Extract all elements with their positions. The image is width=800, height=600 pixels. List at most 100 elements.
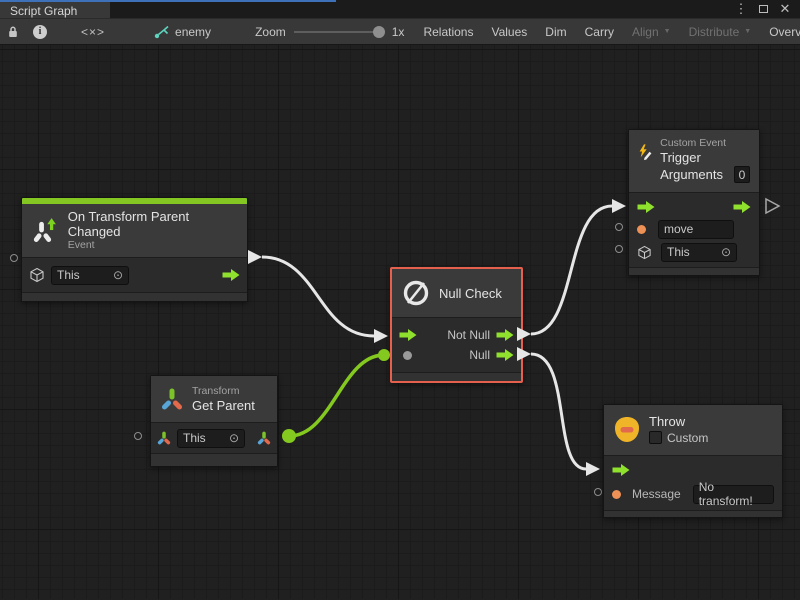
tab-label: Script Graph bbox=[10, 4, 77, 18]
flow-input-port-icon[interactable] bbox=[612, 464, 630, 476]
node-title: On Transform Parent Changed bbox=[68, 209, 238, 239]
target-field[interactable]: This ⊙ bbox=[177, 429, 245, 448]
custom-checkbox[interactable] bbox=[649, 431, 662, 444]
value-port-ring[interactable] bbox=[10, 254, 18, 262]
arguments-count-field[interactable]: 0 bbox=[734, 166, 750, 183]
node-header[interactable]: Transform Get Parent bbox=[151, 376, 277, 422]
connection-arrowhead[interactable] bbox=[586, 462, 600, 476]
flow-output-port-icon[interactable] bbox=[496, 349, 514, 361]
flow-input-port-icon[interactable] bbox=[399, 329, 417, 341]
toolbar-button-align[interactable]: Align ▼ bbox=[623, 19, 680, 44]
lock-button[interactable] bbox=[0, 19, 26, 44]
node-footer bbox=[392, 372, 521, 381]
zoom-label: Zoom bbox=[255, 25, 286, 39]
connection-getparent-to-nullcheck[interactable] bbox=[289, 355, 384, 436]
close-icon[interactable]: ✕ bbox=[778, 2, 792, 16]
toolbar-button-relations[interactable]: Relations bbox=[414, 19, 482, 44]
graph-breadcrumb[interactable]: enemy bbox=[132, 19, 221, 44]
zoom-control: Zoom 1x bbox=[221, 19, 414, 44]
zoom-slider[interactable] bbox=[294, 31, 384, 33]
node-subtitle: Event bbox=[68, 239, 238, 252]
chevron-down-icon: ▼ bbox=[744, 28, 751, 35]
lock-icon bbox=[7, 25, 19, 39]
connection-event-to-nullcheck[interactable] bbox=[262, 257, 374, 336]
zoom-value: 1x bbox=[392, 25, 405, 39]
node-footer bbox=[604, 510, 782, 517]
target-field[interactable]: This ⊙ bbox=[51, 266, 129, 285]
node-header[interactable]: Null Check bbox=[392, 269, 521, 317]
value-input-port[interactable] bbox=[403, 351, 412, 360]
kebab-menu-icon[interactable]: ⋮ bbox=[734, 2, 748, 16]
node-header[interactable]: On Transform Parent Changed Event bbox=[22, 204, 247, 257]
message-field[interactable]: No transform! bbox=[693, 485, 774, 504]
chevron-down-icon: ▼ bbox=[664, 28, 671, 35]
connection-start-cap[interactable] bbox=[248, 250, 262, 264]
zoom-slider-handle[interactable] bbox=[373, 26, 385, 38]
graph-toolbar: i <×> enemy Zoom 1x Relations Values Dim bbox=[0, 18, 800, 45]
string-input-port[interactable] bbox=[612, 490, 621, 499]
event-name-field[interactable]: move bbox=[658, 220, 734, 239]
flow-output-port-icon[interactable] bbox=[733, 201, 751, 213]
node-trigger-custom-event[interactable]: Custom Event Trigger Arguments 0 bbox=[628, 129, 760, 276]
value-port-ring[interactable] bbox=[615, 223, 623, 231]
tab-bar: Script Graph ⋮ ✕ bbox=[0, 0, 800, 18]
transform-port-icon[interactable] bbox=[157, 430, 171, 446]
tab-script-graph[interactable]: Script Graph bbox=[0, 0, 110, 18]
object-picker-icon[interactable]: ⊙ bbox=[113, 269, 123, 281]
node-throw[interactable]: Throw Custom Message No bbox=[603, 404, 783, 518]
flow-output-port-icon[interactable] bbox=[222, 269, 240, 281]
connection-notnull-to-trigger[interactable] bbox=[531, 206, 612, 334]
checkbox-label: Custom bbox=[667, 431, 708, 445]
inspector-button[interactable]: i bbox=[26, 19, 54, 44]
toolbar-button-dim[interactable]: Dim bbox=[536, 19, 575, 44]
toolbar-button-distribute[interactable]: Distribute ▼ bbox=[680, 19, 761, 44]
connection-arrowhead[interactable] bbox=[374, 329, 388, 343]
node-title: Trigger bbox=[660, 150, 750, 165]
port-label: Message bbox=[632, 487, 681, 501]
arguments-label: Arguments bbox=[660, 167, 723, 182]
value-port-ring[interactable] bbox=[594, 488, 602, 496]
info-icon: i bbox=[33, 25, 47, 39]
node-header[interactable]: Throw Custom bbox=[604, 405, 782, 455]
connection-arrowhead[interactable] bbox=[612, 199, 626, 213]
toolbar-button-carry[interactable]: Carry bbox=[576, 19, 623, 44]
node-footer bbox=[151, 453, 277, 466]
script-graph-window: Script Graph ⋮ ✕ i <×> e bbox=[0, 0, 800, 600]
node-get-parent[interactable]: Transform Get Parent This ⊙ bbox=[150, 375, 278, 467]
throw-error-icon bbox=[613, 415, 641, 445]
node-category: Transform bbox=[192, 385, 255, 398]
node-footer bbox=[629, 267, 759, 275]
node-footer bbox=[22, 292, 247, 301]
graph-canvas[interactable]: On Transform Parent Changed Event This ⊙ bbox=[0, 45, 800, 599]
value-connection-dot[interactable] bbox=[282, 429, 296, 443]
target-field[interactable]: This ⊙ bbox=[661, 243, 737, 262]
maximize-icon[interactable] bbox=[756, 2, 770, 16]
toolbar-button-overview[interactable]: Overview bbox=[760, 19, 800, 44]
unconnected-output-triangle[interactable] bbox=[766, 199, 779, 213]
value-port-ring[interactable] bbox=[134, 432, 142, 440]
graph-icon bbox=[154, 25, 169, 39]
string-input-port[interactable] bbox=[637, 225, 646, 234]
connection-null-to-throw[interactable] bbox=[531, 354, 586, 469]
gameobject-cube-icon bbox=[29, 267, 45, 283]
toolbar-button-values[interactable]: Values bbox=[482, 19, 536, 44]
code-preview-button[interactable]: <×> bbox=[54, 19, 132, 44]
node-header[interactable]: Custom Event Trigger Arguments 0 bbox=[629, 130, 759, 192]
node-title: Get Parent bbox=[192, 398, 255, 413]
value-connection-dot[interactable] bbox=[378, 349, 390, 361]
object-picker-icon[interactable]: ⊙ bbox=[721, 246, 731, 258]
graph-name: enemy bbox=[175, 25, 211, 39]
window-controls: ⋮ ✕ bbox=[734, 0, 800, 18]
transform-output-port-icon[interactable] bbox=[257, 430, 271, 446]
object-picker-icon[interactable]: ⊙ bbox=[229, 432, 239, 444]
gameobject-cube-icon[interactable] bbox=[637, 245, 652, 260]
port-label: Null bbox=[469, 348, 490, 362]
node-title: Throw bbox=[649, 414, 708, 429]
code-icon: <×> bbox=[63, 25, 123, 39]
flow-output-port-icon[interactable] bbox=[496, 329, 514, 341]
node-null-check[interactable]: Null Check Not Null Null bbox=[390, 267, 523, 383]
node-on-transform-parent-changed[interactable]: On Transform Parent Changed Event This ⊙ bbox=[21, 197, 248, 302]
flow-input-port-icon[interactable] bbox=[637, 201, 655, 213]
value-port-ring[interactable] bbox=[615, 245, 623, 253]
custom-event-icon bbox=[638, 137, 652, 167]
